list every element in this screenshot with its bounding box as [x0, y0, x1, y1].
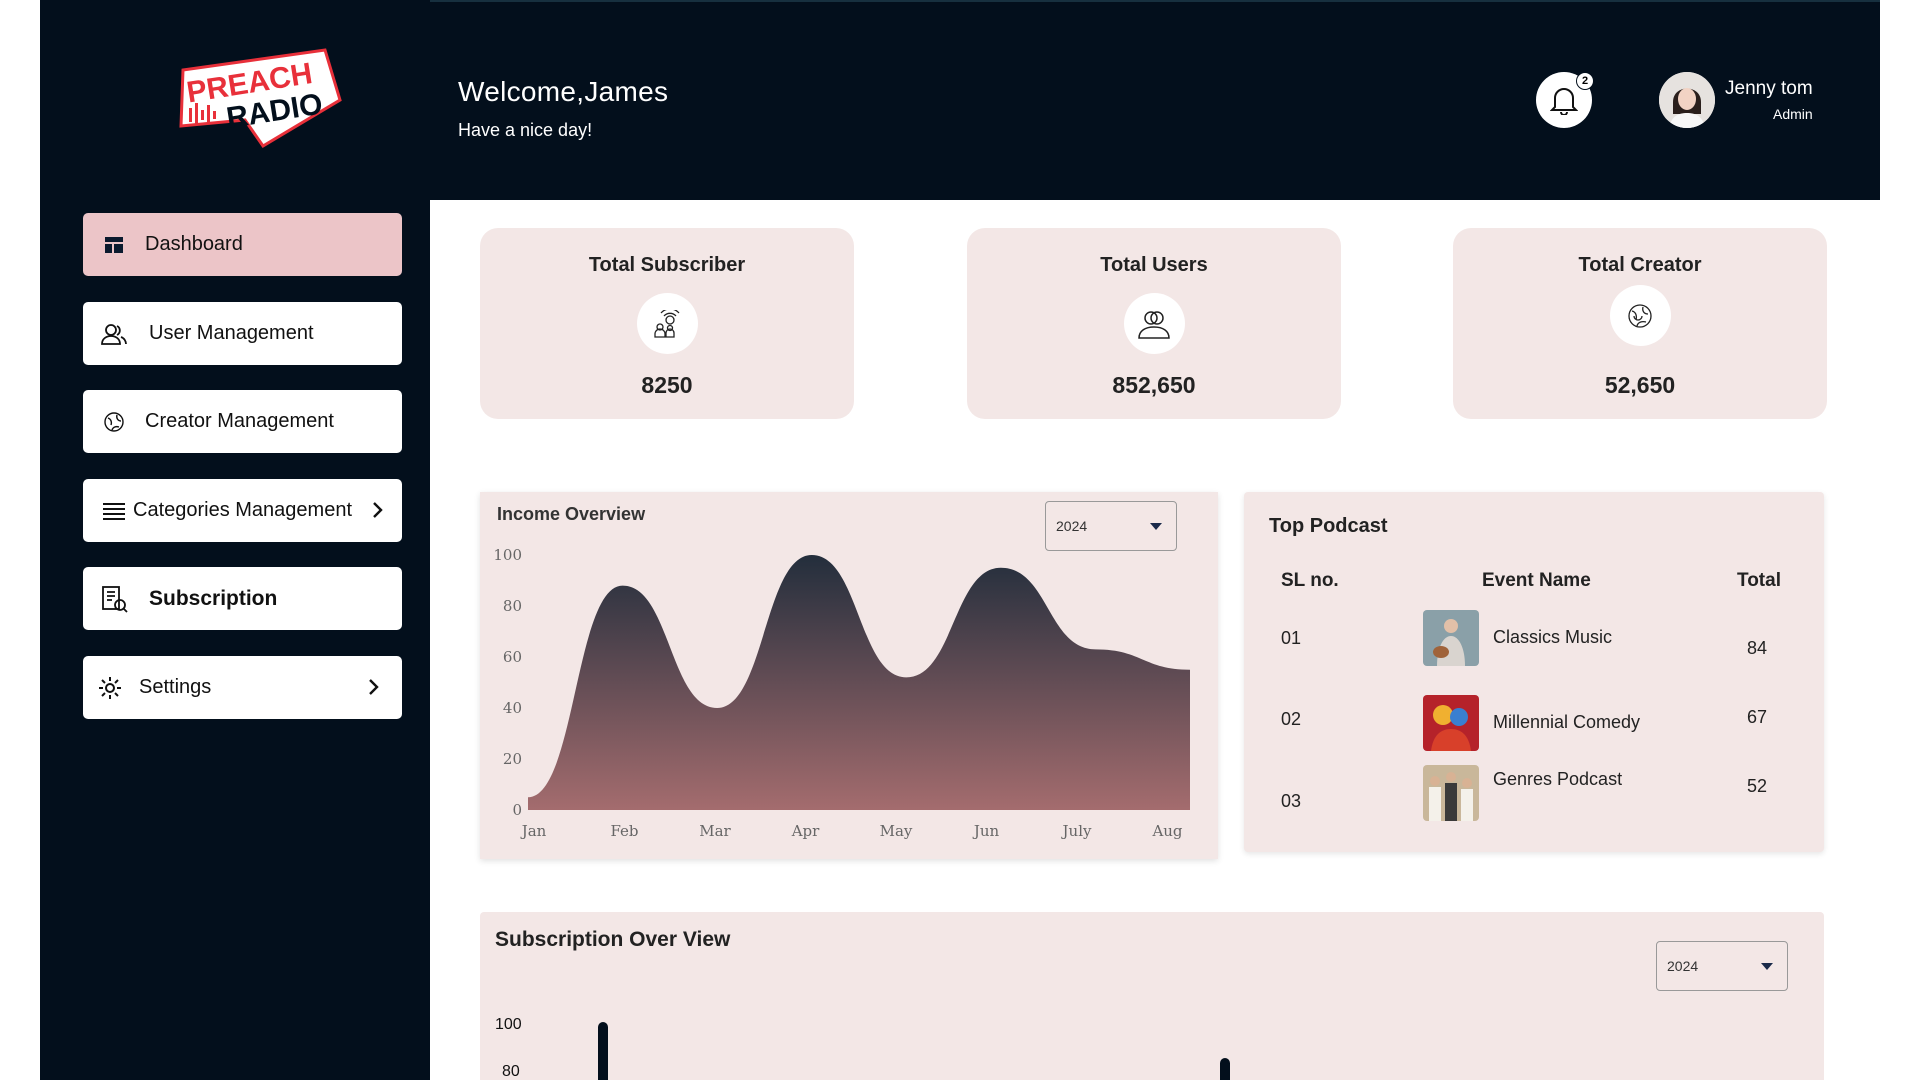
- subscription-bar: [598, 1022, 608, 1080]
- welcome-subtitle: Have a nice day!: [458, 120, 593, 140]
- income-overview-panel: Income Overview 2024 100 80 60 40 20 0 Jan Feb M…: [480, 492, 1218, 859]
- welcome-title: Welcome,James: [458, 76, 669, 107]
- sidebar-item-creator-management[interactable]: Creator Management: [83, 390, 402, 453]
- col-header-sl: SL no.: [1281, 570, 1339, 591]
- users-icon: [1123, 293, 1185, 354]
- podcast-thumbnail[interactable]: [1423, 610, 1479, 666]
- stat-value: 52,650: [1604, 372, 1676, 398]
- row-sl: 02: [1281, 709, 1302, 729]
- stat-card-total-creator: Total Creator 52,650: [1453, 228, 1827, 419]
- bell-icon: [1550, 88, 1578, 115]
- sidebar-item-label: Subscription: [149, 586, 278, 610]
- stat-card-total-subscriber: Total Subscriber 8250: [480, 228, 854, 419]
- x-tick-label: Jan: [520, 822, 547, 840]
- y-tick-label: 100: [493, 546, 522, 564]
- y-tick-label: 100: [495, 1016, 522, 1033]
- sidebar-item-user-management[interactable]: User Management: [83, 302, 402, 365]
- creator-icon: [99, 407, 129, 437]
- list-icon: [99, 496, 129, 526]
- row-total: 52: [1747, 776, 1768, 796]
- sidebar-item-dashboard[interactable]: Dashboard: [83, 213, 402, 276]
- right-margin: [1880, 0, 1920, 1080]
- chevron-down-icon: [1761, 963, 1773, 970]
- col-header-event: Event Name: [1482, 570, 1591, 591]
- income-area-chart: 100 80 60 40 20 0 Jan Feb Mar Apr May Jun July Aug: [493, 546, 1190, 840]
- sidebar-item-label: Settings: [139, 676, 212, 698]
- subscription-year-value: 2024: [1667, 958, 1699, 974]
- x-tick-label: Aug: [1151, 822, 1182, 840]
- row-event-name[interactable]: Millennial Comedy: [1493, 712, 1640, 733]
- y-tick-label: 80: [502, 1063, 520, 1080]
- chevron-right-icon: [369, 679, 379, 695]
- creator-icon: [1609, 285, 1671, 346]
- y-tick-label: 60: [503, 648, 522, 666]
- y-tick-label: 80: [503, 597, 522, 615]
- y-tick-label: 40: [503, 699, 522, 717]
- podcast-thumbnail[interactable]: [1423, 695, 1479, 751]
- stat-title: Total Subscriber: [588, 254, 746, 276]
- col-header-total: Total: [1737, 570, 1781, 591]
- subscription-year-select[interactable]: 2024: [1656, 941, 1788, 991]
- user-name[interactable]: Jenny tom: [1725, 78, 1813, 100]
- x-tick-label: Jun: [972, 822, 1000, 840]
- x-tick-label: Feb: [610, 822, 638, 840]
- y-tick-label: 0: [512, 801, 522, 819]
- sidebar-item-label: Categories Management: [133, 499, 353, 521]
- subscription-overview-panel: Subscription Over View 2024 100 80: [480, 912, 1824, 1080]
- row-total: 67: [1747, 707, 1768, 727]
- stat-value: 8250: [641, 372, 693, 398]
- sidebar-item-settings[interactable]: Settings: [83, 656, 402, 719]
- left-margin: [0, 0, 40, 1080]
- top-podcast-panel: Top Podcast SL no. Event Name Total 01 C…: [1244, 492, 1824, 852]
- row-sl: 01: [1281, 628, 1302, 648]
- stat-value: 852,650: [1112, 372, 1196, 398]
- podcast-thumbnail[interactable]: [1423, 765, 1479, 821]
- sidebar-item-categories-management[interactable]: Categories Management: [83, 479, 402, 542]
- x-tick-label: July: [1061, 822, 1092, 840]
- subscription-bar: [1220, 1058, 1230, 1080]
- x-tick-label: May: [880, 822, 913, 840]
- sidebar-item-label: User Management: [149, 322, 314, 344]
- row-event-name[interactable]: Classics Music: [1493, 627, 1612, 648]
- row-sl: 03: [1281, 791, 1302, 811]
- users-icon: [99, 319, 129, 349]
- notification-badge: 2: [1576, 72, 1594, 90]
- row-total: 84: [1747, 638, 1768, 658]
- row-event-name[interactable]: Genres Podcast: [1493, 769, 1622, 790]
- dashboard-icon: [99, 230, 129, 260]
- subscriber-icon: [636, 293, 698, 354]
- y-tick-label: 20: [503, 750, 522, 768]
- chevron-right-icon: [373, 502, 383, 518]
- user-role: Admin: [1773, 106, 1813, 122]
- top-podcast-title: Top Podcast: [1269, 515, 1388, 537]
- subscription-icon: [99, 584, 129, 614]
- sidebar-item-label: Creator Management: [145, 410, 334, 432]
- x-tick-label: Apr: [791, 822, 820, 840]
- stat-title: Total Users: [1100, 254, 1208, 276]
- sidebar-item-label: Dashboard: [145, 233, 243, 255]
- stat-title: Total Creator: [1578, 254, 1702, 276]
- avatar[interactable]: [1659, 72, 1715, 128]
- sidebar-item-subscription[interactable]: Subscription: [83, 567, 402, 630]
- subscription-title: Subscription Over View: [495, 928, 731, 951]
- preach-radio-logo[interactable]: PREACH RADIO: [175, 48, 345, 148]
- gear-icon: [95, 673, 125, 703]
- x-tick-label: Mar: [699, 822, 731, 840]
- income-area-series: [528, 555, 1190, 810]
- stat-card-total-users: Total Users 852,650: [967, 228, 1341, 419]
